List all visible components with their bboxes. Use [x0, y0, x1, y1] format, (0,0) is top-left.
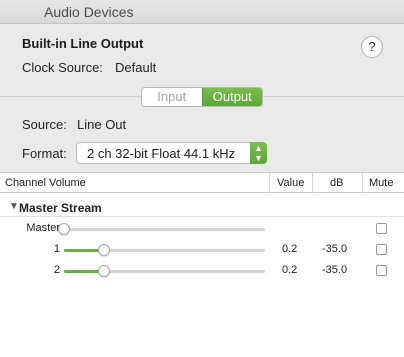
column-header-channel: Channel Volume: [5, 177, 86, 189]
slider-knob[interactable]: [98, 265, 110, 277]
disclosure-triangle-icon[interactable]: ▼: [9, 201, 19, 212]
column-separator: [269, 173, 270, 193]
source-value: Line Out: [77, 117, 127, 132]
table-row: 1 0.2 -35.0: [0, 240, 404, 260]
db-cell: -35.0: [322, 243, 348, 255]
mute-checkbox[interactable]: [376, 223, 387, 234]
input-segment[interactable]: Input: [142, 88, 202, 106]
title-bar: Audio Devices: [0, 0, 404, 24]
output-segment[interactable]: Output: [201, 88, 262, 106]
value-cell: 0.2: [282, 264, 298, 276]
channel-label: Master: [26, 222, 60, 234]
channel-volume-table: Channel Volume Value dB Mute ▼ Master St…: [0, 172, 404, 357]
mute-checkbox[interactable]: [376, 244, 387, 255]
column-separator: [312, 173, 313, 193]
help-button[interactable]: ?: [361, 36, 383, 58]
channel-label: 2: [53, 264, 60, 276]
slider-knob[interactable]: [98, 244, 110, 256]
table-row: Master: [0, 219, 404, 239]
device-header: Built-in Line Output ? Clock Source: Def…: [0, 24, 404, 196]
value-cell: 0.2: [282, 243, 298, 255]
group-name: Master Stream: [19, 201, 102, 215]
slider-knob[interactable]: [58, 223, 70, 235]
column-header-mute: Mute: [369, 177, 394, 189]
window-title: Audio Devices: [44, 4, 134, 20]
group-row-master-stream[interactable]: ▼ Master Stream: [0, 199, 404, 217]
channel-label: 1: [53, 243, 60, 255]
mute-checkbox[interactable]: [376, 265, 387, 276]
column-header-value: Value: [277, 177, 305, 189]
volume-slider[interactable]: [64, 265, 265, 277]
clock-source-value: Default: [115, 60, 157, 75]
volume-slider[interactable]: [64, 244, 265, 256]
format-select[interactable]: 2 ch 32-bit Float 44.1 kHz ▲ ▼: [76, 142, 267, 164]
db-cell: -35.0: [322, 264, 348, 276]
source-label: Source:: [22, 117, 67, 132]
device-name: Built-in Line Output: [22, 36, 144, 51]
input-output-segmented-control: Input Output: [141, 87, 263, 107]
column-header-db: dB: [330, 177, 344, 189]
table-header: Channel Volume Value dB Mute: [0, 173, 404, 193]
format-label: Format:: [22, 146, 67, 161]
chevron-updown-icon: ▲ ▼: [250, 142, 267, 164]
volume-slider[interactable]: [58, 223, 265, 235]
table-row: 2 0.2 -35.0: [0, 261, 404, 281]
column-separator: [362, 173, 363, 193]
format-value: 2 ch 32-bit Float 44.1 kHz: [87, 146, 236, 161]
clock-source-label: Clock Source:: [22, 60, 103, 75]
